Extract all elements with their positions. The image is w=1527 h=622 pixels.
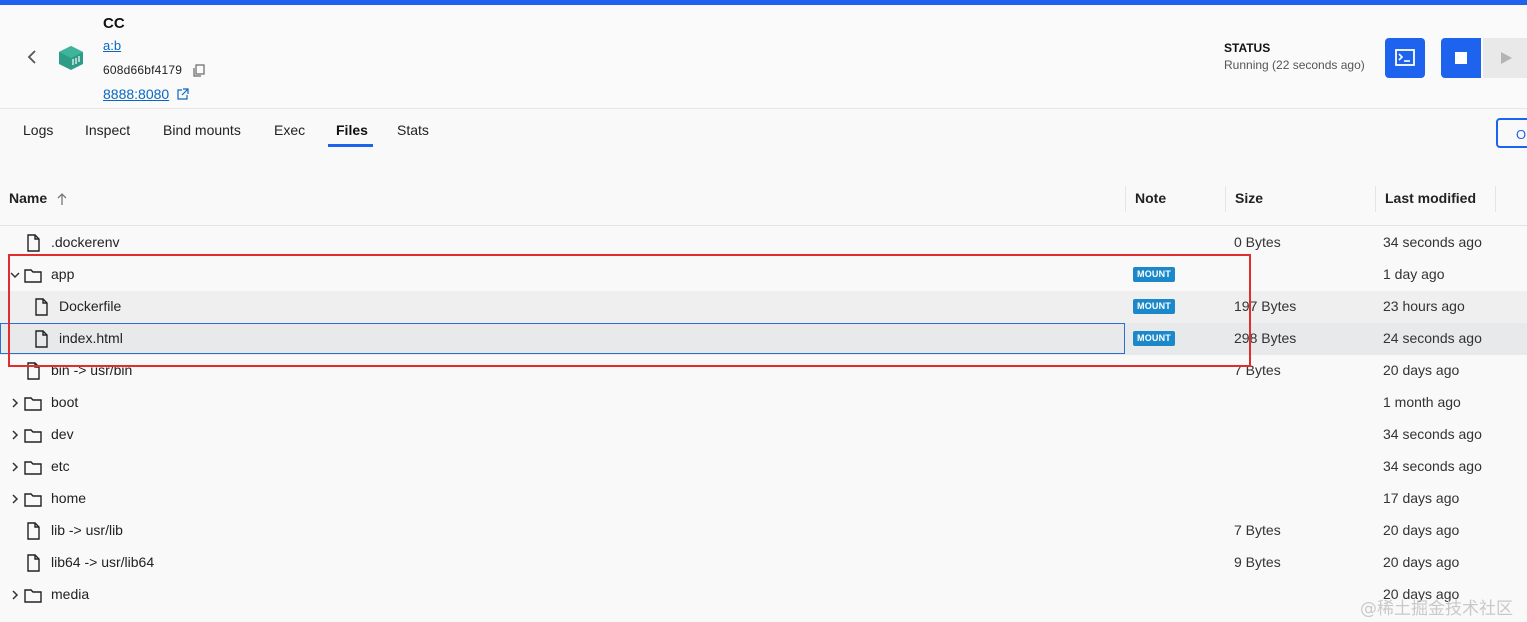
container-name: CC (103, 15, 125, 32)
last-modified: 34 seconds ago (1383, 426, 1482, 442)
last-modified: 17 days ago (1383, 490, 1460, 506)
folder-icon (24, 589, 42, 603)
status-label: STATUS (1224, 41, 1271, 55)
column-separator (1225, 186, 1226, 212)
table-row[interactable]: etc 34 seconds ago (0, 451, 1527, 483)
column-last-modified[interactable]: Last modified (1385, 190, 1476, 206)
external-link-icon[interactable] (176, 88, 189, 101)
copy-icon[interactable] (192, 64, 205, 77)
file-name: .dockerenv (51, 234, 120, 250)
tab-stats[interactable]: Stats (397, 122, 429, 138)
container-id: 608d66bf4179 (103, 63, 183, 77)
file-icon (27, 234, 40, 252)
file-table-header: Name Note Size Last modified (0, 180, 1527, 226)
last-modified: 1 day ago (1383, 266, 1445, 282)
chevron-right-icon[interactable] (10, 398, 20, 408)
table-row[interactable]: media 20 days ago (0, 579, 1527, 611)
last-modified: 1 month ago (1383, 394, 1461, 410)
file-name: dev (51, 426, 74, 442)
active-tab-indicator (328, 144, 373, 147)
table-row[interactable]: dev 34 seconds ago (0, 419, 1527, 451)
open-terminal-button[interactable] (1385, 38, 1425, 78)
chevron-right-icon[interactable] (10, 462, 20, 472)
last-modified: 34 seconds ago (1383, 458, 1482, 474)
file-icon (27, 522, 40, 540)
table-row[interactable]: lib -> usr/lib 7 Bytes 20 days ago (0, 515, 1527, 547)
column-separator (1495, 186, 1496, 212)
tab-inspect[interactable]: Inspect (85, 122, 130, 138)
tab-files[interactable]: Files (336, 122, 368, 138)
port-link[interactable]: 8888:8080 (103, 86, 169, 102)
table-row[interactable]: home 17 days ago (0, 483, 1527, 515)
folder-icon (24, 429, 42, 443)
file-name: lib -> usr/lib (51, 522, 123, 538)
run-controls (1441, 38, 1527, 78)
tab-bind-mounts[interactable]: Bind mounts (163, 122, 241, 138)
last-modified: 23 hours ago (1383, 298, 1465, 314)
table-row[interactable]: boot 1 month ago (0, 387, 1527, 419)
column-separator (1375, 186, 1376, 212)
start-button[interactable] (1483, 38, 1527, 78)
stop-button[interactable] (1441, 38, 1481, 78)
file-name: boot (51, 394, 79, 410)
chevron-right-icon[interactable] (10, 430, 20, 440)
file-name: etc (51, 458, 70, 474)
annotation-highlight-box (8, 254, 1251, 367)
table-row[interactable]: lib64 -> usr/lib64 9 Bytes 20 days ago (0, 547, 1527, 579)
terminal-icon (1395, 49, 1415, 66)
file-name: lib64 -> usr/lib64 (51, 554, 155, 570)
file-size: 0 Bytes (1234, 234, 1281, 250)
sort-ascending-icon[interactable] (56, 192, 68, 206)
last-modified: 34 seconds ago (1383, 234, 1482, 250)
last-modified: 20 days ago (1383, 522, 1460, 538)
last-modified: 20 days ago (1383, 554, 1460, 570)
status-value: Running (22 seconds ago) (1224, 58, 1365, 72)
column-note[interactable]: Note (1135, 190, 1166, 206)
tab-exec[interactable]: Exec (274, 122, 305, 138)
chevron-right-icon[interactable] (10, 494, 20, 504)
column-name[interactable]: Name (9, 190, 47, 206)
column-size[interactable]: Size (1235, 190, 1263, 206)
column-separator (1125, 186, 1126, 212)
file-name: home (51, 490, 87, 506)
container-header: CC a:b 608d66bf4179 8888:8080 STATUS Run… (0, 5, 1527, 109)
folder-icon (24, 397, 42, 411)
tab-bar: Logs Inspect Bind mounts Exec Files Stat… (0, 110, 1527, 150)
play-icon (1501, 52, 1512, 64)
last-modified: 20 days ago (1383, 362, 1460, 378)
watermark: @稀土掘金技术社区 (1360, 599, 1513, 619)
last-modified: 24 seconds ago (1383, 330, 1482, 346)
file-icon (27, 554, 40, 572)
image-link[interactable]: a:b (103, 38, 121, 53)
container-icon (59, 46, 83, 70)
folder-icon (24, 493, 42, 507)
back-arrow-icon[interactable] (22, 47, 42, 67)
tab-logs[interactable]: Logs (23, 122, 53, 138)
file-size: 7 Bytes (1234, 522, 1281, 538)
chevron-right-icon[interactable] (10, 590, 20, 600)
open-button[interactable]: Op (1496, 118, 1527, 148)
folder-icon (24, 461, 42, 475)
file-name: media (51, 586, 90, 602)
file-size: 9 Bytes (1234, 554, 1281, 570)
stop-icon (1455, 52, 1467, 64)
